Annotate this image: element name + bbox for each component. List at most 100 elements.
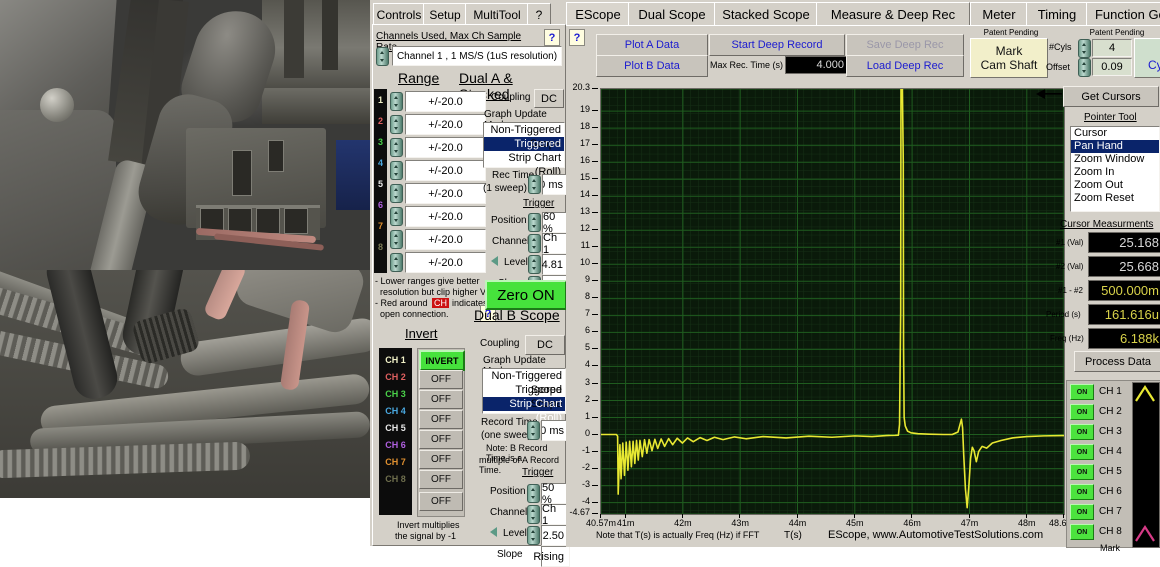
invert-button-ch3[interactable]: OFF <box>419 390 463 409</box>
cyls-spinner[interactable] <box>1078 39 1091 58</box>
graph-update-a-list[interactable]: Non-Triggered Scope Triggered Scope Stri… <box>483 122 565 168</box>
invert-button-ch5[interactable]: OFF <box>419 430 463 449</box>
plot-a-data-button[interactable]: Plot A Data <box>596 34 708 56</box>
range-spinner-1[interactable] <box>390 92 403 111</box>
trigger-b-slope-value[interactable]: Rising <box>541 546 570 567</box>
range-value-8[interactable]: +/-20.0 <box>405 252 486 273</box>
start-deep-record-button[interactable]: Start Deep Record <box>709 34 845 56</box>
invert-button-ch4[interactable]: OFF <box>419 410 463 429</box>
save-deep-rec-button[interactable]: Save Deep Rec <box>846 34 964 56</box>
range-value-1[interactable]: +/-20.0 <box>405 91 486 112</box>
range-spinner-6[interactable] <box>390 207 403 226</box>
offset-spinner[interactable] <box>1078 58 1091 77</box>
y-tick-mark <box>592 263 598 264</box>
offset-value[interactable]: 0.09 <box>1092 58 1132 76</box>
trigger-a-level-value[interactable]: 4.81 <box>542 254 569 275</box>
tab-setup-help[interactable]: ? <box>527 3 551 25</box>
pointer-tool-zoom-in[interactable]: Zoom In <box>1071 166 1159 179</box>
update-mode-a-2[interactable]: Strip Chart (Roll) <box>484 151 564 165</box>
range-spinner-4[interactable] <box>390 161 403 180</box>
coupling-b-value[interactable]: DC <box>525 335 565 355</box>
range-value-5[interactable]: +/-20.0 <box>405 183 486 204</box>
invert-button-ch8[interactable]: OFF <box>419 492 463 511</box>
update-mode-a-1[interactable]: Triggered Scope <box>484 137 564 151</box>
channel-led-5[interactable]: ON <box>1070 464 1094 480</box>
tab-measure-deep-rec[interactable]: Measure & Deep Rec <box>816 2 970 26</box>
tab-meter[interactable]: Meter <box>970 2 1028 26</box>
zero-on-button[interactable]: Zero ON <box>485 280 567 310</box>
y-tick-mark <box>592 297 598 298</box>
process-data-button[interactable]: Process Data <box>1074 351 1160 372</box>
channel-led-4[interactable]: ON <box>1070 444 1094 460</box>
tab-setup[interactable]: Setup <box>423 3 467 26</box>
waveform-plot-canvas[interactable] <box>600 88 1065 515</box>
range-spinner-3[interactable] <box>390 138 403 157</box>
y-tick-mark <box>592 468 598 469</box>
invert-button-ch1[interactable]: INVERT <box>419 350 465 371</box>
tab-timing[interactable]: Timing <box>1026 2 1088 26</box>
channel-led-8[interactable]: ON <box>1070 524 1094 540</box>
pointer-tool-list[interactable]: Cursor Pan Hand Zoom Window Zoom In Zoom… <box>1070 126 1160 212</box>
trigger-a-level-spinner[interactable] <box>528 255 541 274</box>
max-rec-time-value[interactable]: 4.000 <box>785 56 849 74</box>
pointer-tool-zoom-window[interactable]: Zoom Window <box>1071 153 1159 166</box>
update-mode-b-1[interactable]: Triggered Scope <box>483 383 565 397</box>
trigger-b-position-spinner[interactable] <box>527 484 540 503</box>
meas-label-2: #2 (Val) <box>1056 262 1083 271</box>
pointer-tool-pan-hand[interactable]: Pan Hand <box>1071 140 1159 153</box>
invert-button-ch2[interactable]: OFF <box>419 370 463 389</box>
tab-controls[interactable]: Controls <box>373 3 425 25</box>
pointer-tool-zoom-out[interactable]: Zoom Out <box>1071 179 1159 192</box>
range-value-3[interactable]: +/-20.0 <box>405 137 486 158</box>
trigger-a-position-value[interactable]: 60 % <box>542 212 569 233</box>
tab-function-gen[interactable]: Function Gen <box>1086 2 1160 26</box>
invert-button-ch7[interactable]: OFF <box>419 470 463 489</box>
x-tick-label: 45m <box>846 518 864 528</box>
tab-timing-label: Timing <box>1038 7 1077 22</box>
range-value-4[interactable]: +/-20.0 <box>405 160 486 181</box>
range-spinner-7[interactable] <box>390 230 403 249</box>
tab-escope[interactable]: EScope <box>566 2 630 27</box>
escope-help-icon[interactable]: ? <box>569 29 585 46</box>
channel-led-1[interactable]: ON <box>1070 384 1094 400</box>
coupling-a-value[interactable]: DC <box>534 89 564 108</box>
rec-time-a-spinner[interactable] <box>528 175 541 194</box>
range-spinner-5[interactable] <box>390 184 403 203</box>
channels-help-icon[interactable]: ? <box>544 29 560 46</box>
tab-stacked-scope[interactable]: Stacked Scope <box>714 2 818 26</box>
invert-button-ch6[interactable]: OFF <box>419 450 463 469</box>
update-mode-b-2[interactable]: Strip Chart (Roll) <box>483 397 565 411</box>
tab-dual-scope[interactable]: Dual Scope <box>628 2 716 26</box>
range-spinner-2[interactable] <box>390 115 403 134</box>
cyls-value[interactable]: 4 <box>1092 39 1132 57</box>
rec-time-a-value[interactable]: 8.0 ms <box>542 174 569 195</box>
graph-update-b-list[interactable]: Non-Triggered Scope Triggered Scope Stri… <box>482 368 566 414</box>
plot-b-data-button[interactable]: Plot B Data <box>596 55 708 77</box>
trigger-a-channel-value[interactable]: Ch 1 <box>542 233 569 254</box>
pointer-tool-cursor[interactable]: Cursor <box>1071 127 1159 140</box>
channel-led-3[interactable]: ON <box>1070 424 1094 440</box>
update-mode-b-0[interactable]: Non-Triggered Scope <box>483 369 565 383</box>
range-spinner-8[interactable] <box>390 253 403 272</box>
load-deep-rec-button[interactable]: Load Deep Rec <box>846 55 964 77</box>
channel-led-2[interactable]: ON <box>1070 404 1094 420</box>
channels-spinner[interactable] <box>376 47 389 66</box>
trigger-a-position-spinner[interactable] <box>528 213 541 232</box>
x-axis-label: T(s) <box>784 530 802 541</box>
tab-multitool[interactable]: MultiTool <box>465 3 529 25</box>
range-value-2[interactable]: +/-20.0 <box>405 114 486 135</box>
record-time-b-spinner[interactable] <box>527 421 540 440</box>
update-mode-a-0[interactable]: Non-Triggered Scope <box>484 123 564 137</box>
trigger-b-level-spinner[interactable] <box>527 526 540 545</box>
mark-cylinders-button[interactable]: Mark Cylinders <box>1134 38 1160 78</box>
channel-led-6[interactable]: ON <box>1070 484 1094 500</box>
mark-cam-shaft-button[interactable]: Mark Cam Shaft <box>970 38 1048 78</box>
get-cursors-button[interactable]: Get Cursors <box>1063 86 1159 107</box>
trigger-a-channel-spinner[interactable] <box>528 234 541 253</box>
channels-used-value[interactable]: Channel 1 , 1 MS/S (1uS resolution) <box>392 46 562 66</box>
range-value-6[interactable]: +/-20.0 <box>405 206 486 227</box>
range-value-7[interactable]: +/-20.0 <box>405 229 486 250</box>
channel-led-7[interactable]: ON <box>1070 504 1094 520</box>
pointer-tool-zoom-reset[interactable]: Zoom Reset <box>1071 192 1159 205</box>
trigger-b-channel-spinner[interactable] <box>527 505 540 524</box>
